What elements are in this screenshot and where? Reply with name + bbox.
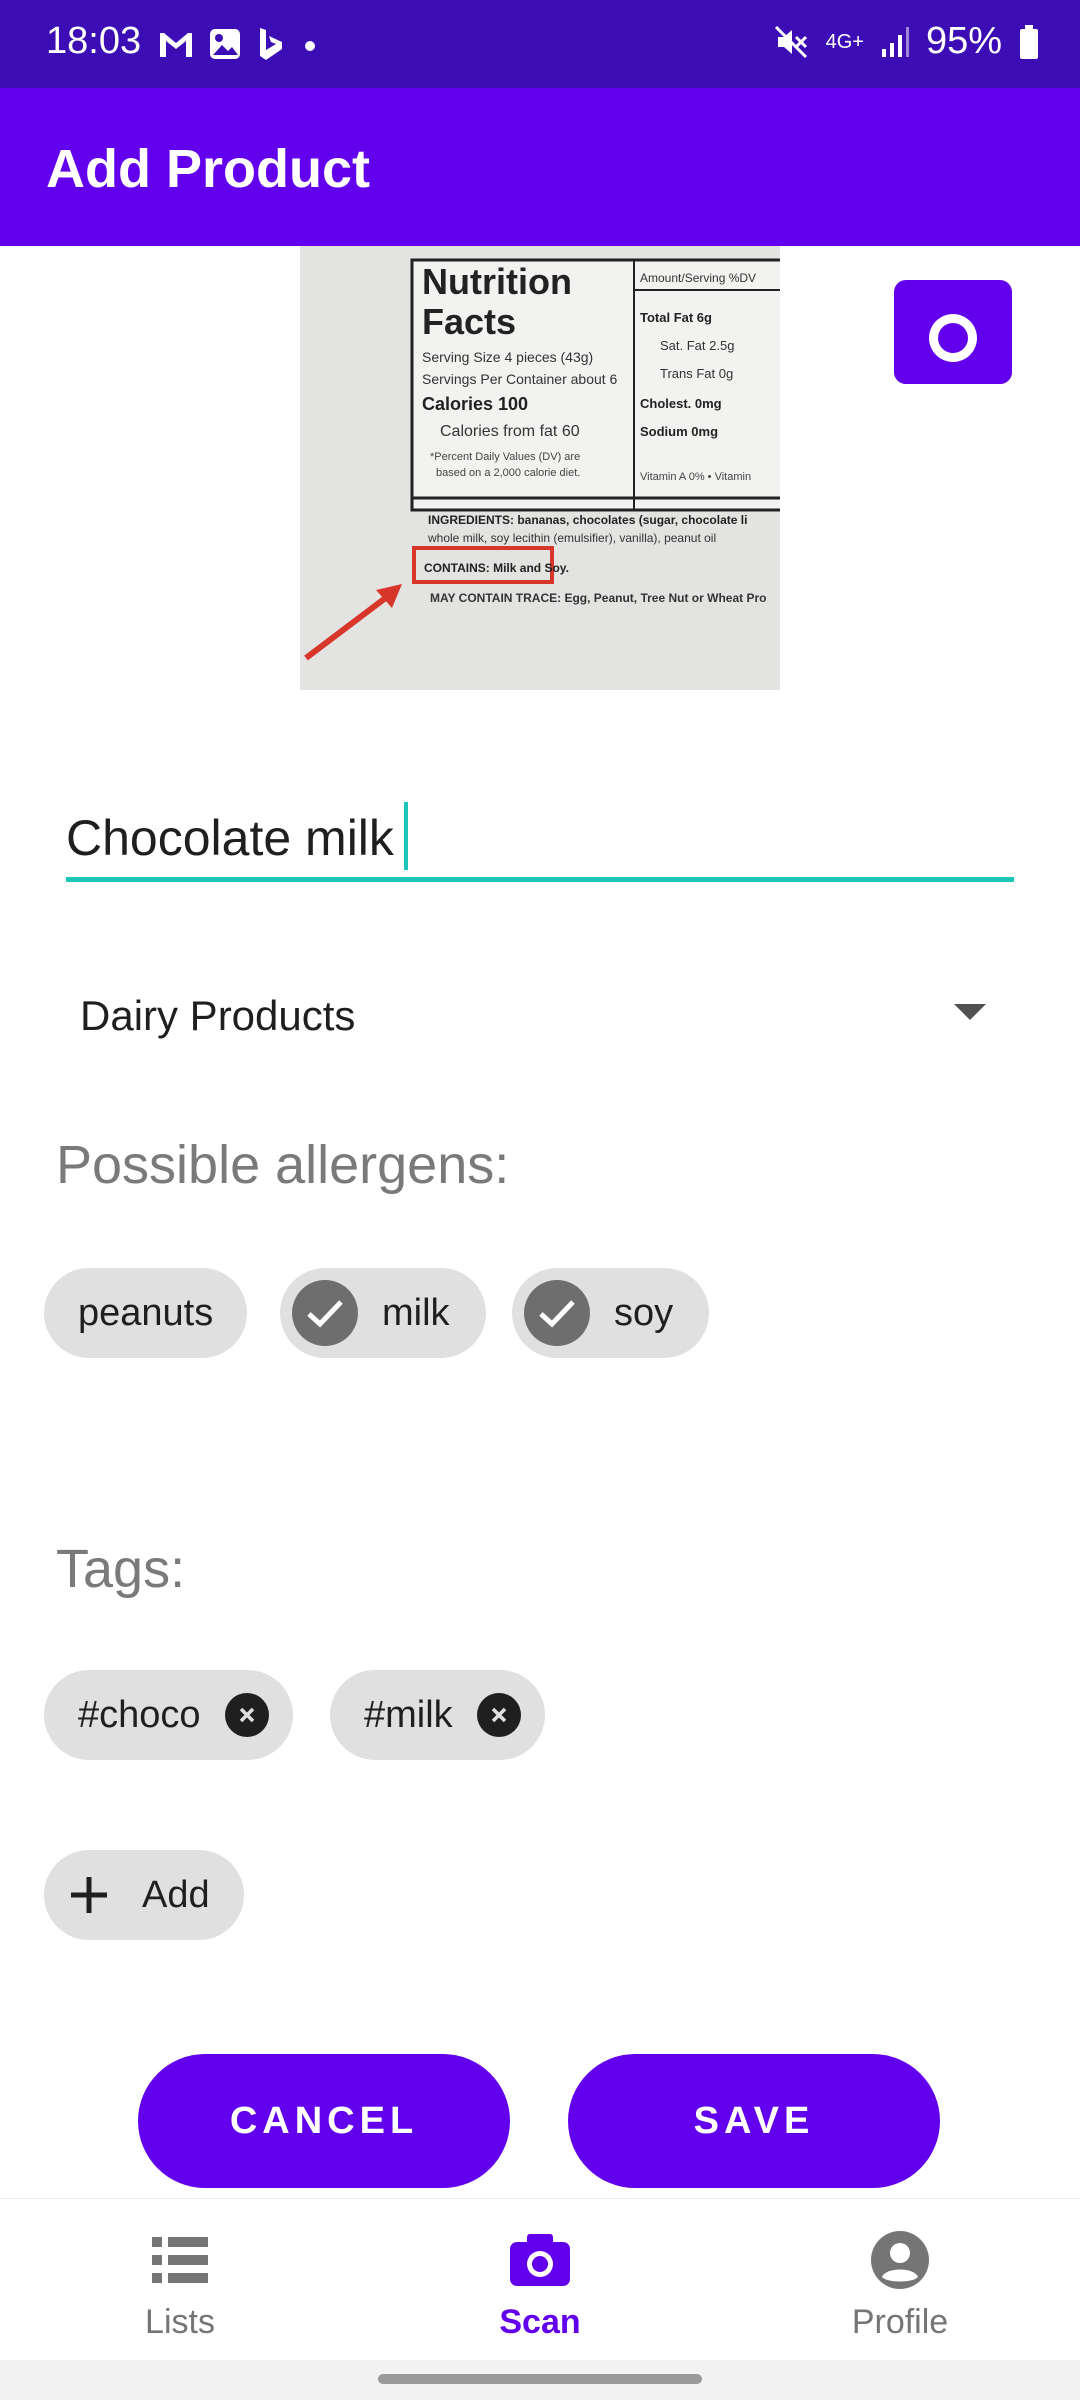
product-photo: Nutrition Facts Serving Size 4 pieces (4…: [300, 246, 780, 690]
allergen-chip-soy[interactable]: soy: [512, 1268, 710, 1358]
notification-icons: [158, 26, 320, 62]
nav-label: Profile: [851, 2303, 949, 2341]
tag-chip-milk[interactable]: #milk: [330, 1670, 545, 1760]
photo-dv-note-2: based on a 2,000 calorie diet.: [436, 467, 580, 479]
chip-label: peanuts: [78, 1291, 214, 1334]
battery-percent: 95%: [925, 20, 1002, 62]
photo-may-contain: MAY CONTAIN TRACE: Egg, Peanut, Tree Nut…: [430, 591, 766, 605]
battery-icon: [1020, 24, 1038, 59]
photo-sodium: Sodium 0mg: [640, 424, 718, 439]
allergen-chip-milk[interactable]: milk: [280, 1268, 486, 1358]
page-title: Add Product: [46, 139, 370, 199]
nav-item-lists[interactable]: Lists: [0, 2199, 360, 2361]
product-name-input[interactable]: [66, 798, 1014, 882]
home-indicator[interactable]: [378, 2374, 702, 2384]
chip-label: #choco: [78, 1693, 201, 1736]
add-tag-label: Add: [142, 1873, 210, 1916]
system-navigation-bar: [0, 2360, 1080, 2400]
photo-cholest: Cholest. 0mg: [640, 396, 722, 411]
photo-calories-fat: Calories from fat 60: [440, 423, 580, 440]
nav-label: Lists: [145, 2303, 215, 2341]
text-cursor: [404, 802, 408, 870]
photo-total-fat: Total Fat 6g: [640, 310, 712, 325]
dropdown-arrow-icon: [954, 1004, 986, 1020]
chip-label: milk: [382, 1291, 450, 1334]
remove-tag-icon[interactable]: [224, 1693, 269, 1737]
allergen-chip-peanuts[interactable]: peanuts: [44, 1268, 248, 1358]
remove-tag-icon[interactable]: [476, 1693, 521, 1737]
photo-servings: Servings Per Container about 6: [422, 371, 618, 387]
nutrition-label-photo: Nutrition Facts Serving Size 4 pieces (4…: [300, 246, 780, 690]
category-dropdown[interactable]: Dairy Products: [48, 970, 1008, 1060]
photo-amount-serving: Amount/Serving %DV: [640, 271, 756, 285]
account-icon: [871, 2229, 929, 2291]
network-type: 4G+: [825, 30, 864, 53]
allergens-heading: Possible allergens:: [56, 1135, 510, 1195]
check-icon: [524, 1280, 590, 1346]
chip-label: soy: [614, 1291, 674, 1334]
bottom-navigation: Lists Scan Profile: [0, 2198, 1080, 2360]
camera-icon: [894, 280, 1012, 384]
take-photo-button[interactable]: [894, 280, 1012, 384]
photo-sat-fat: Sat. Fat 2.5g: [660, 338, 734, 353]
status-right: 4G+ 95%: [772, 20, 1040, 63]
save-button[interactable]: SAVE: [568, 2054, 940, 2188]
list-icon: [152, 2229, 208, 2291]
photo-title-1: Nutrition: [422, 261, 572, 302]
gmail-icon: [160, 33, 192, 57]
nav-label: Scan: [499, 2303, 581, 2341]
category-value: Dairy Products: [80, 992, 356, 1039]
signal-icon: [881, 26, 909, 57]
app-bar: Add Product: [0, 88, 1080, 246]
camera-icon: [510, 2229, 570, 2291]
tags-heading: Tags:: [56, 1539, 186, 1599]
plus-icon: [71, 1877, 107, 1913]
check-icon: [292, 1280, 358, 1346]
bing-icon: [260, 28, 282, 60]
photo-calories: Calories 100: [422, 394, 528, 414]
photo-contains: CONTAINS: Milk and Soy.: [424, 561, 569, 575]
photo-serving-size: Serving Size 4 pieces (43g): [422, 349, 593, 365]
tag-chip-choco[interactable]: #choco: [44, 1670, 293, 1760]
photo-vitamin: Vitamin A 0% • Vitamin: [640, 471, 751, 483]
photo-title-2: Facts: [422, 301, 516, 342]
photo-ingredients-2: whole milk, soy lecithin (emulsifier), v…: [427, 531, 716, 545]
mute-icon: [774, 25, 807, 58]
cancel-button[interactable]: CANCEL: [138, 2054, 510, 2188]
chip-label: #milk: [364, 1693, 453, 1736]
more-notifications-icon: [305, 41, 315, 51]
photo-ingredients-1: INGREDIENTS: bananas, chocolates (sugar,…: [428, 513, 747, 527]
status-time: 18:03: [46, 20, 142, 62]
nav-item-profile[interactable]: Profile: [720, 2199, 1080, 2361]
gallery-icon: [210, 29, 240, 59]
photo-dv-note-1: *Percent Daily Values (DV) are: [430, 451, 580, 463]
add-tag-button[interactable]: Add: [44, 1850, 244, 1940]
photo-trans-fat: Trans Fat 0g: [660, 366, 733, 381]
status-bar: 18:03 4G+ 95%: [0, 0, 1080, 88]
nav-item-scan[interactable]: Scan: [360, 2199, 720, 2361]
